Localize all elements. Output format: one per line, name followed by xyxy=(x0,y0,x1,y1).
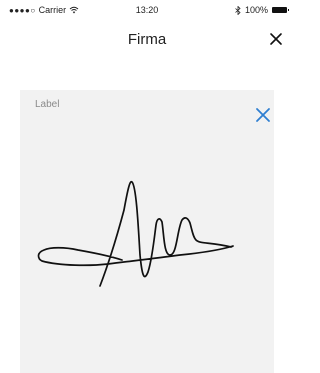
battery-percent: 100% xyxy=(244,5,268,15)
close-icon xyxy=(270,33,282,45)
bluetooth-icon xyxy=(235,5,241,15)
nav-bar: Firma xyxy=(0,20,294,60)
close-button[interactable] xyxy=(265,28,287,50)
signature-pad[interactable]: Label xyxy=(20,90,274,373)
status-bar: ●●●●○ Carrier 13:20 100% xyxy=(0,0,294,20)
clear-signature-button[interactable] xyxy=(252,104,274,126)
signature-stroke xyxy=(37,180,234,287)
status-right: 100% xyxy=(235,5,289,15)
page-title: Firma xyxy=(127,31,167,48)
clear-icon xyxy=(256,108,270,122)
battery-icon xyxy=(272,7,289,13)
signature-label: Label xyxy=(35,99,60,110)
